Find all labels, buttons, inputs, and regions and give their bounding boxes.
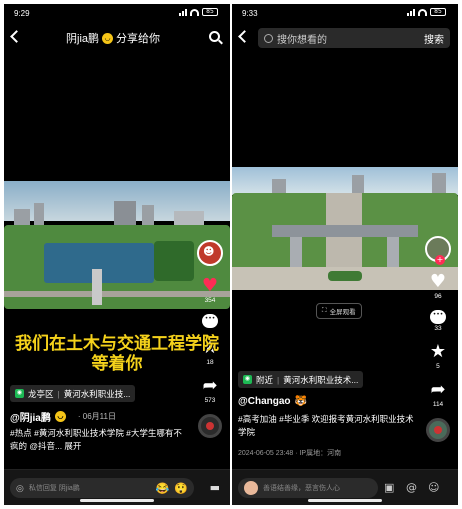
share-count: 114 [432, 401, 444, 408]
wifi-icon [418, 8, 427, 16]
favorite-action[interactable]: ★ 5 [429, 341, 447, 371]
share-arrow-icon: ➦ [202, 375, 218, 396]
author-emoji-icon: ◡ [54, 411, 66, 422]
search-icon[interactable] [209, 31, 220, 42]
share-suffix: 分享给你 [116, 33, 161, 45]
author-avatar[interactable]: ☻ [197, 240, 223, 266]
signal-icon [179, 8, 187, 16]
reply-placeholder: 私信回复 阴jia鹏 [28, 485, 80, 492]
favorite-count: 5 [436, 363, 440, 370]
right-action-rail: + ♥ 96 33 ★ 5 ➦ 114 [424, 236, 452, 442]
post-meta: 2024-06-05 23:48 · IP属地：河南 [238, 450, 342, 457]
music-disc-icon[interactable] [426, 418, 450, 442]
location-prefix: 附近 [256, 374, 274, 385]
like-count: 96 [434, 293, 442, 300]
sharer-name: 阴jia鹏 [66, 33, 100, 45]
smile-emoji-icon: ◡ [102, 32, 114, 44]
heart-icon: ♥ [201, 275, 219, 296]
video-caption[interactable]: #高考加油 #毕业季 欢迎报考黄河水利职业技术学院 [238, 413, 416, 439]
home-indicator [80, 499, 154, 502]
location-pin-icon: ◉ [15, 389, 24, 398]
avatar-face-icon: ☻ [203, 245, 215, 258]
wifi-icon [190, 8, 199, 16]
comment-bar: 善语结善缘，恶言伤人心 ▣ @ ☺ [232, 469, 458, 505]
battery-icon: 85 [430, 8, 446, 16]
share-count: 573 [204, 397, 216, 404]
comment-icon [430, 310, 446, 324]
left-phone-screen: 9:29 85 阴jia鹏 ◡ 分享给你 ☻ ♥ 354 ••• ★ 18 ➦ … [4, 4, 230, 505]
post-date: · 06月11日 [77, 412, 116, 421]
share-arrow-icon: ➦ [430, 379, 446, 400]
search-placeholder: 搜你想看的 [277, 34, 327, 46]
author-handle: @Changao [238, 396, 291, 407]
status-icons: 85 [179, 8, 218, 16]
private-reply-input[interactable]: ◎ 私信回复 阴jia鹏 😂 😲 [10, 478, 194, 498]
author-handle: @阴jia鹏 [10, 413, 51, 424]
heart-icon: ♥ [429, 271, 447, 292]
search-button[interactable]: 搜索 [424, 31, 450, 46]
share-action[interactable]: ➦ 114 [430, 379, 446, 409]
signal-icon [407, 8, 415, 16]
comment-count: 33 [434, 325, 442, 332]
video-caption[interactable]: #热点 #黄河水利职业技术学院 #大学生哪有不疯的 @抖音... 展开 [10, 427, 188, 453]
emoji-icon[interactable]: ☺ [428, 481, 439, 494]
location-prefix: 龙亭区 [28, 388, 54, 399]
tiger-emoji-icon: 🐯 [294, 396, 307, 407]
fullscreen-icon: ⛶ [322, 307, 327, 314]
search-bar[interactable]: 搜你想看的 搜索 [258, 28, 450, 48]
like-count: 354 [204, 297, 216, 304]
like-action[interactable]: ♥ 354 [201, 275, 219, 305]
comment-icon [202, 314, 218, 328]
sofa-icon[interactable]: ▬ [210, 481, 220, 494]
share-action[interactable]: ➦ 573 [202, 375, 218, 405]
author-avatar[interactable]: + [425, 236, 451, 265]
status-bar: 9:29 85 [4, 4, 230, 22]
music-disc-icon[interactable] [198, 414, 222, 438]
status-bar: 9:33 85 [232, 4, 458, 22]
status-icons: 85 [407, 8, 446, 16]
fullscreen-button[interactable]: ⛶ 全屏观看 [316, 303, 362, 319]
back-icon[interactable] [10, 30, 23, 43]
mention-icon[interactable]: @ [406, 481, 417, 494]
status-time: 9:29 [14, 9, 30, 18]
reply-bar: ◎ 私信回复 阴jia鹏 😂 😲 ▬ [4, 469, 230, 505]
location-tag[interactable]: ◉ 附近 | 黄河水利职业技术... [238, 371, 364, 388]
user-avatar [244, 481, 258, 495]
star-icon: ★ [429, 341, 447, 362]
comment-input[interactable]: 善语结善缘，恶言伤人心 [238, 478, 378, 498]
location-tag[interactable]: ◉ 龙亭区 | 黄河水利职业技... [10, 385, 136, 402]
location-pin-icon: ◉ [243, 375, 252, 384]
fullscreen-label: 全屏观看 [329, 309, 356, 316]
emoji-laugh-icon[interactable]: 😂 [156, 482, 170, 495]
video-overlay-title: 我们在土木与交通工程学院等着你 [15, 334, 219, 374]
share-header: 阴jia鹏 ◡ 分享给你 [66, 30, 160, 46]
follow-plus-icon[interactable]: + [435, 255, 445, 265]
status-time: 9:33 [242, 9, 258, 18]
author-row[interactable]: @阴jia鹏 ◡ · 06月11日 [10, 409, 116, 424]
comment-action[interactable]: 33 [430, 310, 446, 332]
location-name: 黄河水利职业技术... [283, 374, 359, 385]
back-icon[interactable] [238, 30, 251, 43]
search-icon [264, 33, 273, 43]
author-row[interactable]: @Changao 🐯 [238, 396, 307, 407]
comment-action[interactable] [202, 314, 218, 328]
like-action[interactable]: ♥ 96 [429, 271, 447, 301]
battery-icon: 85 [202, 8, 218, 16]
location-name: 黄河水利职业技... [63, 388, 131, 399]
right-phone-screen: 9:33 85 搜你想看的 搜索 + ♥ 96 ••• 33 ★ 5 ➦ 114… [232, 4, 458, 505]
emoji-shock-icon[interactable]: 😲 [174, 482, 188, 495]
image-icon[interactable]: ▣ [384, 481, 394, 494]
camera-icon[interactable]: ◎ [16, 483, 24, 494]
home-indicator [308, 499, 382, 502]
comment-placeholder: 善语结善缘，恶言伤人心 [263, 485, 340, 492]
